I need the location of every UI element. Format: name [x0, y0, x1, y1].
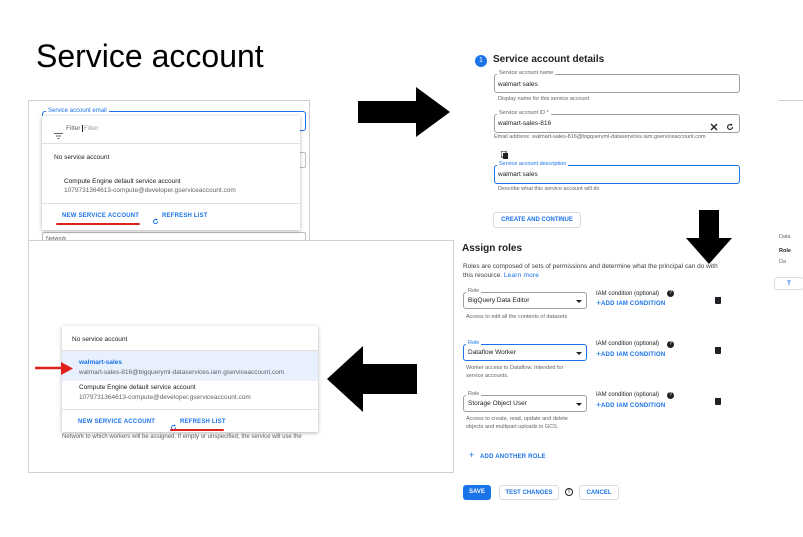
test-changes-button[interactable]: TEST CHANGES	[499, 485, 559, 500]
save-button[interactable]: SAVE	[463, 485, 491, 500]
divider	[778, 100, 803, 101]
add-iam-condition-button[interactable]: ADD IAM CONDITION	[601, 403, 665, 409]
list-item-walmart-sales[interactable]: walmart-sales	[79, 359, 122, 366]
id-label: Service account ID *	[497, 110, 551, 116]
iam-condition-label: IAM condition (optional)	[596, 341, 660, 347]
description-label: Service account description	[497, 161, 569, 167]
refresh-list-button[interactable]: REFRESH LIST	[162, 213, 208, 219]
filter-label: Filter	[66, 125, 81, 132]
add-iam-condition-button[interactable]: ADD IAM CONDITION	[601, 352, 665, 358]
details-title: Service account details	[493, 54, 605, 65]
name-hint: Display name for this service account	[498, 96, 590, 102]
add-iam-condition-button[interactable]: ADD IAM CONDITION	[601, 301, 665, 307]
list-item-walmart-email: walmart-sales-816@bigqueryml-dataservice…	[79, 369, 285, 376]
add-another-role-button[interactable]: ADD ANOTHER ROLE	[480, 454, 546, 460]
id-value: walmart-sales-816	[498, 120, 552, 127]
filter-input[interactable]: Filter	[82, 125, 98, 132]
edge-text: Data	[779, 234, 791, 240]
list-item-no-account[interactable]: No service account	[72, 336, 127, 343]
roles-description: Roles are composed of sets of permission…	[463, 262, 721, 280]
edge-text: Role	[779, 248, 791, 254]
email-hint: Email address: walmart-sales-816@bigquer…	[494, 134, 706, 140]
role-value: BigQuery Data Editor	[468, 297, 530, 304]
role-description: Worker access to Dataflow. Intended for …	[466, 365, 564, 379]
role-description: Access to create, read, update and delet…	[466, 416, 568, 430]
name-value: walmart sales	[498, 81, 538, 88]
edge-button: T	[774, 277, 803, 290]
divider	[62, 350, 318, 351]
description-hint: Describe what this service account will …	[498, 186, 600, 192]
help-icon[interactable]: ?	[667, 341, 674, 348]
plus-icon: +	[469, 450, 475, 460]
divider	[42, 203, 300, 204]
arrow-left-icon	[327, 346, 417, 412]
plus-icon: +	[596, 400, 602, 410]
network-hint: Network to which workers will be assigne…	[62, 434, 302, 440]
arrow-right-icon	[358, 87, 450, 137]
plus-icon: +	[596, 298, 602, 308]
chevron-down-icon	[576, 352, 582, 355]
highlight-underline	[170, 429, 224, 431]
chevron-down-icon	[576, 403, 582, 406]
highlight-underline	[56, 223, 140, 225]
delete-icon[interactable]	[715, 297, 721, 304]
list-item-compute-name[interactable]: Compute Engine default service account	[79, 384, 196, 391]
divider	[62, 409, 318, 410]
refresh-icon	[170, 418, 177, 436]
role-label: Role	[466, 340, 482, 346]
red-arrow-icon	[35, 361, 75, 382]
arrow-down-icon	[686, 210, 732, 264]
new-service-account-button[interactable]: NEW SERVICE ACCOUNT	[78, 419, 155, 425]
info-icon[interactable]: !	[565, 488, 573, 496]
role-value: Storage Object User	[468, 400, 527, 407]
filter-icon	[54, 126, 64, 139]
iam-condition-label: IAM condition (optional)	[596, 291, 660, 297]
create-and-continue-button[interactable]: CREATE AND CONTINUE	[493, 212, 581, 228]
chevron-down-icon	[576, 300, 582, 303]
cancel-button[interactable]: CANCEL	[579, 485, 619, 500]
list-item-compute-email: 1079731364613-compute@developer.gservice…	[79, 394, 251, 401]
plus-icon: +	[596, 349, 602, 359]
role-label: Role	[466, 391, 482, 397]
divider	[42, 143, 300, 144]
refresh-list-button[interactable]: REFRESH LIST	[180, 419, 226, 425]
help-icon[interactable]: ?	[667, 392, 674, 399]
service-account-email-label: Service account email	[46, 108, 109, 114]
selected-row-highlight	[62, 351, 318, 381]
new-service-account-button[interactable]: NEW SERVICE ACCOUNT	[62, 213, 139, 219]
role-label: Role	[466, 288, 482, 294]
role-description: Access to edit all the contents of datas…	[466, 314, 568, 320]
name-label: Service account name	[497, 70, 556, 76]
description-value: walmart sales	[498, 171, 538, 178]
role-value: Dataflow Worker	[468, 349, 516, 356]
list-item-no-account[interactable]: No service account	[54, 154, 109, 161]
list-item-compute-name[interactable]: Compute Engine default service account	[64, 178, 181, 185]
help-icon[interactable]: ?	[667, 290, 674, 297]
step-number: 1	[475, 55, 487, 67]
edge-text: Da	[779, 259, 787, 265]
assign-roles-title: Assign roles	[462, 243, 523, 254]
delete-icon[interactable]	[715, 347, 721, 354]
iam-condition-label: IAM condition (optional)	[596, 392, 660, 398]
list-item-compute-email: 1079731364613-compute@developer.gservice…	[64, 187, 236, 194]
refresh-icon	[152, 212, 159, 230]
clear-icon[interactable]	[710, 118, 718, 136]
refresh-icon[interactable]	[726, 118, 734, 136]
learn-more-link[interactable]: Learn more	[504, 272, 539, 279]
page-title: Service account	[36, 38, 264, 74]
delete-icon[interactable]	[715, 398, 721, 405]
roles-description-text: Roles are composed of sets of permission…	[463, 263, 718, 279]
